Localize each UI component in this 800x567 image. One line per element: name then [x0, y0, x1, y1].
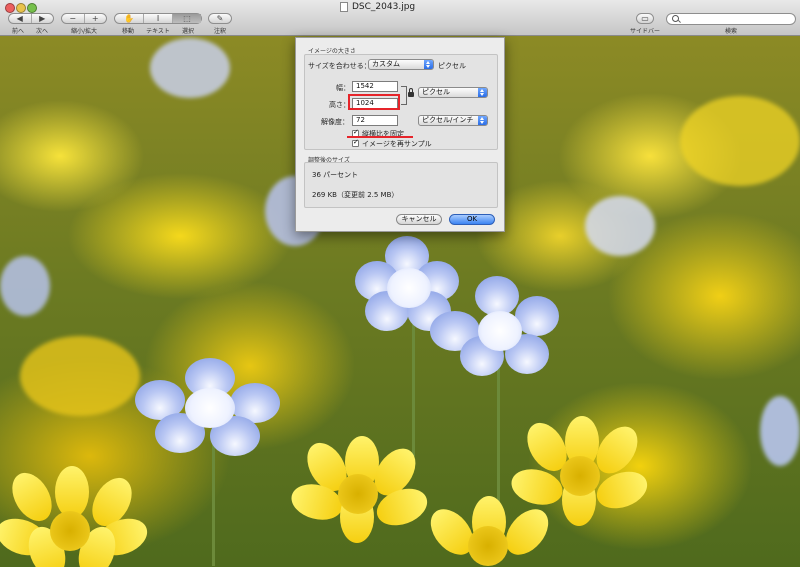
search-input[interactable] [666, 13, 796, 25]
resolution-field[interactable]: 72 [352, 115, 398, 126]
minimize-window-button[interactable] [16, 3, 26, 13]
next-label: 次へ [35, 28, 49, 35]
tool-mode-control: ✋ I ⬚ [114, 13, 202, 24]
selection-icon: ⬚ [183, 14, 191, 23]
zoom-label: 縮小/拡大 [70, 28, 98, 35]
popup-arrows-icon [478, 88, 487, 97]
zoom-window-button[interactable] [27, 3, 37, 13]
text-tool-button[interactable]: I [144, 14, 173, 23]
yellow-flower [422, 496, 557, 567]
stem [497, 356, 500, 516]
blurred-flower [0, 256, 50, 316]
select-label: 選択 [181, 28, 195, 35]
blue-flower [135, 358, 280, 458]
blurred-yellow-flower [680, 96, 800, 186]
select-tool-button[interactable]: ⬚ [173, 14, 201, 23]
width-field[interactable]: 1542 [352, 81, 398, 92]
prev-button[interactable]: ◀ [9, 14, 32, 23]
highlight-box-height [348, 94, 400, 110]
close-window-button[interactable] [5, 3, 15, 13]
size-unit-popup[interactable]: ピクセル [418, 87, 488, 98]
window-toolbar: DSC_2043.jpg ◀ ▶ 前へ 次へ − + 縮小/拡大 ✋ I ⬚ 移… [0, 0, 800, 36]
yellow-flower [287, 435, 433, 543]
link-bracket [401, 86, 407, 105]
fit-popup-value: カスタム [372, 60, 400, 68]
result-size-panel [304, 162, 498, 208]
minus-icon: − [69, 14, 77, 23]
text-cursor-icon: I [156, 14, 160, 23]
popup-arrows-icon [478, 116, 487, 125]
resolution-label: 解像度： [321, 118, 349, 126]
blurred-yellow-flower [20, 336, 140, 416]
yellow-flower [0, 465, 153, 567]
resolution-unit-popup[interactable]: ピクセル/インチ [418, 115, 488, 126]
zoom-in-button[interactable]: + [85, 14, 107, 23]
zoom-out-button[interactable]: − [62, 14, 85, 23]
sidebar-button[interactable]: ▭ [637, 14, 653, 23]
popup-arrows-icon [424, 60, 433, 69]
blurred-flower [585, 196, 655, 256]
blue-flower [430, 276, 560, 376]
window-title: DSC_2043.jpg [352, 2, 416, 12]
width-label: 幅： [336, 84, 350, 92]
next-arrow-icon: ▶ [39, 14, 46, 23]
zoom-control: − + [61, 13, 107, 24]
highlight-underline-constrain [347, 136, 413, 138]
fit-unit-label: ピクセル [438, 62, 466, 70]
hand-icon: ✋ [124, 14, 134, 23]
fit-popup[interactable]: カスタム [368, 59, 434, 70]
percent-text: 36 パーセント [312, 171, 359, 179]
stem [412, 316, 415, 456]
window-title-area: DSC_2043.jpg [340, 1, 415, 13]
plus-icon: + [91, 14, 99, 23]
annotate-button[interactable]: ✎ [209, 14, 231, 23]
text-label: テキスト [146, 28, 170, 35]
move-tool-button[interactable]: ✋ [115, 14, 144, 23]
document-icon [340, 2, 348, 12]
prev-arrow-icon: ◀ [16, 14, 23, 23]
resolution-unit-value: ピクセル/インチ [422, 116, 474, 124]
blurred-flower [150, 38, 230, 98]
sidebar-control: ▭ [636, 13, 654, 24]
cancel-button[interactable]: キャンセル [396, 214, 442, 225]
pencil-icon: ✎ [216, 14, 224, 23]
annotate-control: ✎ [208, 13, 232, 24]
search-icon [672, 15, 679, 22]
search-label: 検索 [724, 28, 738, 35]
resample-checkbox[interactable] [352, 138, 359, 147]
lock-icon [408, 88, 414, 97]
next-button[interactable]: ▶ [32, 14, 54, 23]
prev-next-control: ◀ ▶ [8, 13, 54, 24]
sidebar-icon: ▭ [641, 14, 649, 23]
height-label: 高さ： [329, 101, 350, 109]
blurred-flower [760, 396, 800, 466]
sidebar-label: サイドバー [629, 28, 661, 35]
fit-label: サイズを合わせる： [308, 62, 371, 70]
size-unit-value: ピクセル [422, 88, 450, 96]
move-label: 移動 [121, 28, 135, 35]
image-size-dialog: イメージの大きさ サイズを合わせる： カスタム ピクセル 幅： 1542 高さ：… [295, 37, 505, 232]
resample-label: イメージを再サンプル [362, 140, 432, 148]
filesize-text: 269 KB（変更前 2.5 MB） [312, 191, 399, 199]
ok-button[interactable]: OK [449, 214, 495, 225]
prev-label: 前へ [11, 28, 25, 35]
annotate-label: 注釈 [213, 28, 227, 35]
